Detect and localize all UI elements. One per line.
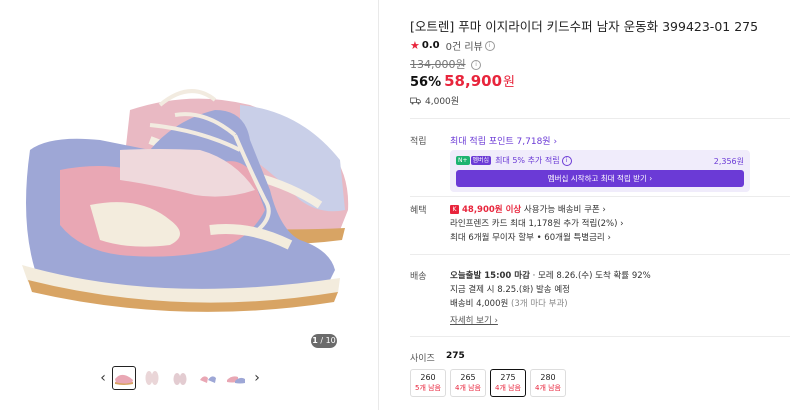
truck-icon: [410, 97, 421, 104]
size-value: 280: [540, 373, 556, 382]
product-gallery: 1 / 10 ‹ ›: [0, 0, 378, 410]
membership-info-icon[interactable]: i: [561, 155, 572, 166]
points-label: 적립: [410, 137, 427, 147]
original-price-value: 134,000원: [410, 58, 466, 71]
delivery-deadline: 오늘출발 15:00 마감 · 모레 8.26.(수) 도착 확률 92%: [450, 269, 651, 281]
info-icon[interactable]: i: [484, 40, 495, 51]
divider: [410, 196, 790, 197]
sale-price: 58,900: [444, 72, 503, 90]
size-stock: 4개 남음: [535, 384, 561, 392]
delivery-arrival: · 모레 8.26.(수) 도착 확률 92%: [529, 271, 651, 281]
size-options: 260 5개 남음 265 4개 남음 275 4개 남음 280 4개 남음: [410, 369, 570, 397]
rating-score: 0.0: [421, 40, 440, 51]
sale-price-row: 56% 58,900 원: [410, 71, 515, 90]
thumbnail-4[interactable]: [196, 366, 220, 390]
coupon-amount: 48,900원 이상: [462, 205, 522, 215]
size-label: 사이즈: [410, 354, 435, 364]
column-divider: [378, 0, 379, 410]
size-option-275[interactable]: 275 4개 남음: [490, 369, 526, 397]
benefits-label: 혜택: [410, 206, 427, 216]
thumbnail-strip: ‹ ›: [96, 365, 264, 391]
size-stock: 5개 남음: [415, 384, 441, 392]
original-price: 134,000원 i: [410, 56, 482, 72]
image-counter: 1 / 10: [311, 334, 337, 348]
membership-amount: 2,356원: [713, 157, 744, 166]
membership-extra-text: 최대 5% 추가 적립: [495, 156, 560, 165]
divider: [410, 254, 790, 255]
divider: [410, 336, 790, 337]
thumbnail-3[interactable]: [168, 366, 192, 390]
product-title: [오트렌] 푸마 이지라이더 키드수퍼 남자 운동화 399423-01 275: [410, 19, 759, 34]
image-counter-current: 1: [312, 336, 318, 345]
size-value: 265: [460, 373, 476, 382]
delivery-label: 배송: [410, 272, 427, 282]
naver-plus-badge: N+: [456, 156, 470, 165]
coupon-description: 사용가능 배송비 쿠폰 ›: [521, 205, 606, 215]
size-value: 275: [500, 373, 516, 382]
membership-box: N+ 멤버십 최대 5% 추가 적립 i 2,356원 멤버십 시작하고 최대 …: [450, 150, 750, 192]
size-value: 260: [420, 373, 436, 382]
image-counter-total: / 10: [320, 336, 336, 345]
max-points-link[interactable]: 최대 적립 포인트 7,718원 ›: [450, 134, 557, 147]
divider: [410, 118, 790, 119]
selected-size: 275: [446, 351, 465, 361]
card-benefit[interactable]: 라인프렌즈 카드 최대 1,178원 추가 적립(2%) ›: [450, 217, 624, 229]
product-page: 1 / 10 ‹ › [오트렌] 푸마 이지라이더 키드수퍼 남자 운동화 39…: [0, 0, 800, 410]
membership-badge: 멤버십: [470, 156, 492, 165]
thumbnail-5[interactable]: [224, 366, 248, 390]
coupon-benefit[interactable]: K 48,900원 이상 사용가능 배송비 쿠폰 ›: [450, 203, 606, 215]
membership-start-button[interactable]: 멤버십 시작하고 최대 적립 받기 ›: [456, 170, 744, 187]
size-stock: 4개 남음: [455, 384, 481, 392]
currency-unit: 원: [503, 75, 515, 90]
coupon-icon: K: [450, 205, 459, 214]
main-product-image[interactable]: [0, 0, 378, 350]
membership-extra-row: N+ 멤버십 최대 5% 추가 적립 i: [456, 155, 572, 166]
delivery-fee-value: 배송비 4,000원: [450, 299, 509, 309]
delivery-fee: 배송비 4,000원 (3개 마다 부과): [450, 297, 568, 309]
rating-summary[interactable]: ★ 0.0 0건 리뷰 i: [410, 38, 495, 53]
delivery-deadline-bold: 오늘출발 15:00 마감: [450, 271, 530, 281]
size-option-260[interactable]: 260 5개 남음: [410, 369, 446, 397]
chevron-left-icon[interactable]: ‹: [96, 366, 110, 390]
size-stock: 4개 남음: [495, 384, 521, 392]
shipping-fee-row: 4,000원: [410, 94, 459, 107]
size-option-265[interactable]: 265 4개 남음: [450, 369, 486, 397]
delivery-details-link[interactable]: 자세히 보기 ›: [450, 314, 498, 326]
price-info-icon[interactable]: i: [471, 60, 482, 70]
dispatch-date: 지금 결제 시 8.25.(화) 발송 예정: [450, 285, 570, 295]
size-option-280[interactable]: 280 4개 남음: [530, 369, 566, 397]
star-icon: ★: [410, 39, 420, 52]
review-count: 0건 리뷰: [445, 42, 483, 53]
chevron-right-icon[interactable]: ›: [250, 366, 264, 390]
thumbnail-2[interactable]: [140, 366, 164, 390]
discount-percent: 56%: [410, 75, 442, 90]
installment-benefit[interactable]: 최대 6개월 무이자 할부 • 60개월 특별금리 ›: [450, 231, 611, 243]
shipping-fee-value: 4,000원: [425, 97, 460, 107]
thumbnail-1[interactable]: [112, 366, 136, 390]
delivery-fee-note: (3개 마다 부과): [508, 299, 568, 309]
